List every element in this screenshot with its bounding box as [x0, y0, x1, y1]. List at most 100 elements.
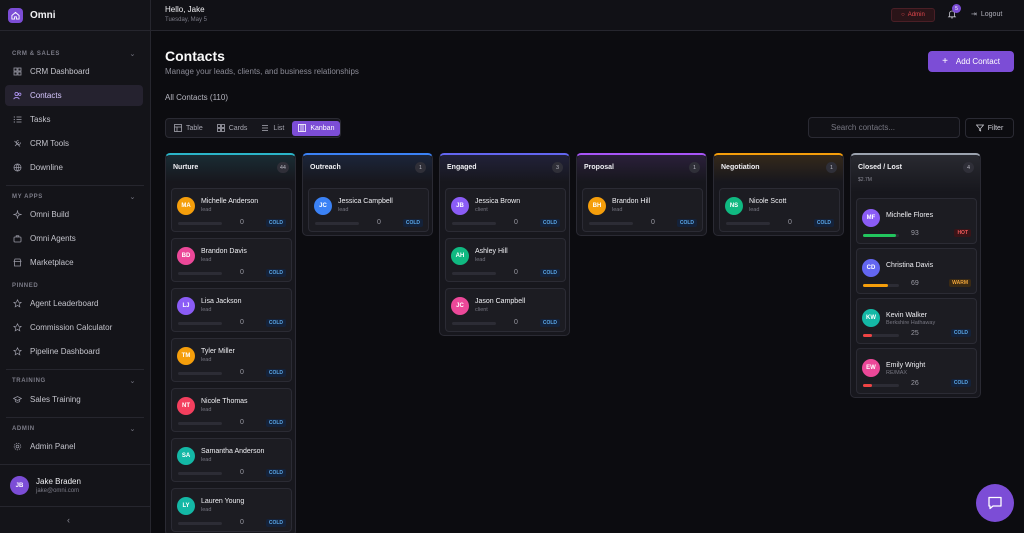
- contact-card[interactable]: JC Jason Campbell client 0 COLD: [445, 288, 566, 332]
- topbar: Hello, Jake Tuesday, May 5 ○ Admin 5 ⇥ L…: [151, 0, 1024, 31]
- sidebar-item-crm-tools[interactable]: CRM Tools: [5, 133, 143, 154]
- score-bar: [863, 384, 899, 387]
- avatar: JC: [451, 297, 469, 315]
- sidebar-item-label: Contacts: [30, 91, 62, 100]
- section-training[interactable]: TRAINING ⌄: [12, 377, 136, 385]
- score-bar: [178, 372, 222, 375]
- table-icon: [174, 124, 182, 132]
- contact-name: Michelle Flores: [886, 212, 934, 219]
- sidebar-item-label: CRM Tools: [30, 139, 69, 148]
- contact-card[interactable]: MA Michelle Anderson lead 0 COLD: [171, 188, 292, 232]
- score-bar: [452, 222, 496, 225]
- score-bar: [178, 522, 222, 525]
- contact-name: Kevin Walker: [886, 312, 927, 319]
- search-input[interactable]: Search contacts...: [808, 117, 960, 138]
- contact-card[interactable]: EW Emily Wright RE/MAX 26 COLD: [856, 348, 977, 394]
- contact-card[interactable]: BH Brandon Hill lead 0 COLD: [582, 188, 703, 232]
- sidebar-item-omni-build[interactable]: Omni Build: [5, 204, 143, 225]
- temperature-badge: COLD: [265, 419, 286, 427]
- section-my-apps[interactable]: MY APPS ⌄: [12, 193, 136, 201]
- section-admin[interactable]: ADMIN ⌄: [12, 425, 136, 433]
- avatar: NS: [725, 197, 743, 215]
- lead-score: 69: [911, 280, 919, 287]
- score-bar: [863, 284, 899, 287]
- contact-card[interactable]: NS Nicole Scott lead 0 COLD: [719, 188, 840, 232]
- section-title: TRAINING: [12, 378, 46, 384]
- temperature-badge: COLD: [539, 319, 560, 327]
- sidebar-item-sales-training[interactable]: Sales Training: [5, 389, 143, 410]
- avatar: BD: [177, 247, 195, 265]
- contact-card[interactable]: JB Jessica Brown client 0 COLD: [445, 188, 566, 232]
- lead-score: 25: [911, 330, 919, 337]
- downline-icon: [13, 163, 22, 172]
- sidebar-item-marketplace[interactable]: Marketplace: [5, 252, 143, 273]
- section-crm-sales[interactable]: CRM & SALES ⌄: [12, 50, 136, 58]
- contact-card[interactable]: BD Brandon Davis lead 0 COLD: [171, 238, 292, 282]
- sidebar-item-label: Omni Build: [30, 210, 70, 219]
- sidebar-item-admin-panel[interactable]: Admin Panel: [5, 436, 143, 457]
- column-count: 4: [963, 162, 974, 173]
- sidebar-item-label: Omni Agents: [30, 234, 76, 243]
- contact-card[interactable]: KW Kevin Walker Berkshire Hathaway 25 COLD: [856, 298, 977, 344]
- contact-card[interactable]: LJ Lisa Jackson lead 0 COLD: [171, 288, 292, 332]
- section-pinned: PINNED: [12, 283, 136, 289]
- score-bar: [452, 322, 496, 325]
- score-bar: [863, 334, 899, 337]
- star-icon: [13, 299, 22, 308]
- star-icon: [13, 347, 22, 356]
- contact-card[interactable]: TM Tyler Miller lead 0 COLD: [171, 338, 292, 382]
- lead-score: 0: [240, 269, 244, 276]
- sidebar-item-downline[interactable]: Downline: [5, 157, 143, 178]
- grid-icon: [13, 67, 22, 76]
- contacts-count: All Contacts (110): [165, 93, 228, 102]
- sidebar-item-pipeline-dashboard[interactable]: Pipeline Dashboard: [5, 341, 143, 362]
- view-kanban-button[interactable]: Kanban: [292, 120, 341, 136]
- contact-card[interactable]: CD Christina Davis 69 WARM: [856, 248, 977, 294]
- chevron-down-icon: ⌄: [129, 378, 136, 385]
- user-email: jake@omni.com: [36, 488, 80, 494]
- app-root: Omni CRM & SALES ⌄ CRM Dashboard Contacts T…: [0, 0, 1024, 533]
- user-name: Jake Braden: [36, 477, 81, 486]
- admin-badge[interactable]: ○ Admin: [891, 8, 935, 22]
- contact-name: Ashley Hill: [475, 248, 508, 255]
- column-count: 44: [276, 162, 289, 173]
- column-count: 1: [689, 162, 700, 173]
- sidebar-item-agent-leaderboard[interactable]: Agent Leaderboard: [5, 293, 143, 314]
- score-bar: [589, 222, 633, 225]
- view-list-button[interactable]: List: [255, 121, 290, 136]
- contact-card[interactable]: NT Nicole Thomas lead 0 COLD: [171, 388, 292, 432]
- lead-score: 0: [514, 319, 518, 326]
- section-title: ADMIN: [12, 426, 35, 432]
- shield-icon: ○: [901, 12, 905, 18]
- column-title: Closed / Lost: [858, 164, 902, 171]
- lead-score: 0: [514, 269, 518, 276]
- filter-button[interactable]: Filter: [965, 118, 1014, 138]
- contact-card[interactable]: SA Samantha Anderson lead 0 COLD: [171, 438, 292, 482]
- sidebar-item-omni-agents[interactable]: Omni Agents: [5, 228, 143, 249]
- contact-card[interactable]: MF Michelle Flores 93 HOT: [856, 198, 977, 244]
- sidebar-item-label: Sales Training: [30, 395, 81, 404]
- sidebar-item-tasks[interactable]: Tasks: [5, 109, 143, 130]
- add-contact-button[interactable]: + Add Contact: [928, 51, 1014, 72]
- brand[interactable]: Omni: [0, 0, 150, 31]
- greeting: Hello, Jake: [165, 5, 205, 14]
- contact-card[interactable]: AH Ashley Hill lead 0 COLD: [445, 238, 566, 282]
- column-count: 1: [415, 162, 426, 173]
- view-table-button[interactable]: Table: [168, 121, 209, 136]
- contact-card[interactable]: LY Lauren Young lead 0 COLD: [171, 488, 292, 532]
- view-cards-button[interactable]: Cards: [211, 121, 254, 136]
- sidebar-item-contacts[interactable]: Contacts: [5, 85, 143, 106]
- sidebar-item-commission-calculator[interactable]: Commission Calculator: [5, 317, 143, 338]
- lead-score: 0: [377, 219, 381, 226]
- chat-button[interactable]: [976, 484, 1014, 522]
- page-subtitle: Manage your leads, clients, and business…: [165, 67, 359, 76]
- sidebar-item-crm-dashboard[interactable]: CRM Dashboard: [5, 61, 143, 82]
- logout-button[interactable]: ⇥ Logout: [971, 10, 1002, 19]
- store-icon: [13, 258, 22, 267]
- user-profile[interactable]: JB Jake Braden jake@omni.com: [0, 464, 151, 507]
- contact-status: lead: [338, 207, 349, 213]
- view-label: Table: [186, 124, 203, 132]
- collapse-sidebar-icon[interactable]: ‹: [67, 515, 70, 525]
- contact-card[interactable]: JC Jessica Campbell lead 0 COLD: [308, 188, 429, 232]
- list-icon: [262, 125, 269, 131]
